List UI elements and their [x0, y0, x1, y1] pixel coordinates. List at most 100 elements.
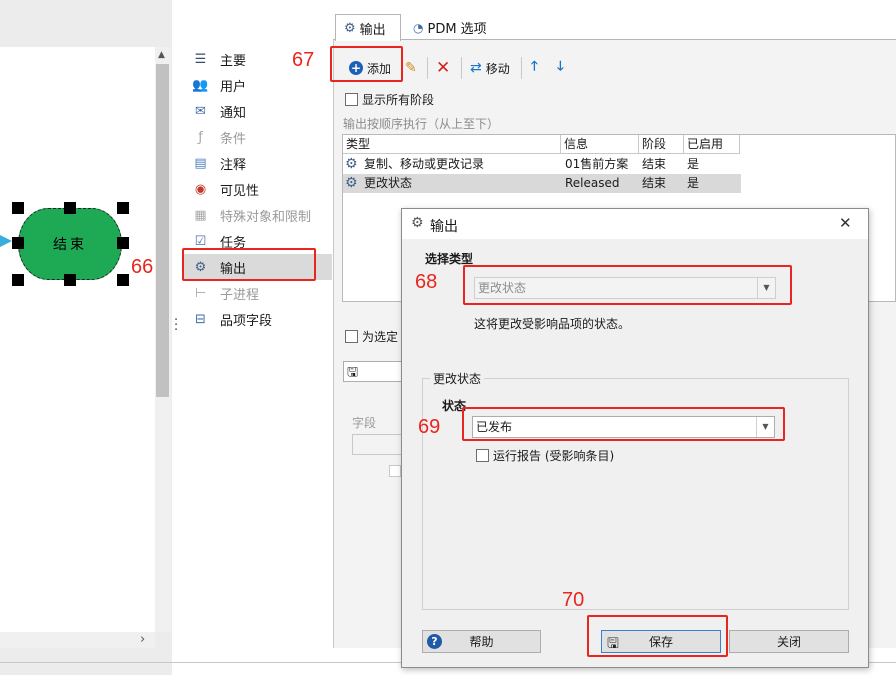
option-item-1[interactable]: 👥 用户	[184, 72, 332, 98]
run-report-checkbox[interactable]	[476, 449, 489, 462]
subprocess-icon: ⊢	[194, 285, 207, 301]
arrow-up-icon: 🡑	[531, 59, 538, 74]
move-label: 移动	[485, 61, 510, 76]
row-enabled: 是	[687, 157, 700, 171]
resize-handle-bottom-right[interactable]	[117, 274, 129, 286]
option-item-10[interactable]: ⊟ 品项字段	[184, 306, 332, 332]
column-header-stage[interactable]: 阶段	[639, 135, 684, 154]
run-report-label: 运行报告 (受影响条目)	[493, 449, 615, 463]
for-selected-checkbox[interactable]	[345, 330, 358, 343]
toolbar-separator	[427, 57, 428, 79]
close-button[interactable]: 关闭	[729, 630, 849, 653]
workflow-canvas-area: 结束 ▲ ›	[0, 0, 172, 675]
scroll-thumb[interactable]	[156, 64, 169, 397]
annotation-box-save	[587, 615, 728, 657]
field-label: 字段	[352, 416, 377, 430]
column-header-enabled[interactable]: 已启用	[684, 135, 740, 154]
toolbar-separator	[521, 57, 522, 79]
move-up-button[interactable]: 🡑	[531, 58, 538, 78]
option-item-label: 子进程	[220, 287, 260, 303]
scroll-up-icon[interactable]: ▲	[158, 50, 165, 60]
move-button[interactable]: ⇄ 移动	[470, 58, 510, 78]
row-info: Released	[565, 176, 620, 190]
option-item-label: 特殊对象和限制	[220, 209, 312, 225]
annotation-box-add	[330, 46, 403, 82]
close-icon[interactable]: ✕	[839, 214, 852, 232]
eye-icon: ◉	[194, 181, 207, 197]
order-hint: 输出按顺序执行（从上至下）	[343, 117, 500, 131]
help-icon: ?	[427, 634, 442, 649]
show-all-stages-option[interactable]: 显示所有阶段	[345, 91, 434, 108]
pdm-icon: ◔	[413, 20, 424, 35]
option-item-4[interactable]: ▤ 注释	[184, 150, 332, 176]
tab-pdm-label: PDM 选项	[427, 22, 487, 37]
annotation-number-70: 70	[562, 589, 585, 611]
resize-handle-top-right[interactable]	[117, 202, 129, 214]
save-small-button[interactable]: 🖫	[343, 361, 403, 382]
arrow-down-icon: 🡓	[557, 59, 564, 74]
comment-icon: ▤	[194, 155, 207, 171]
annotation-box-state	[462, 407, 785, 441]
field-checkbox[interactable]	[389, 465, 401, 477]
resize-handle-middle-right[interactable]	[117, 237, 129, 249]
annotation-number-69: 69	[418, 416, 441, 438]
option-item-9: ⊢ 子进程	[184, 280, 332, 306]
gear-icon: ⚙	[345, 175, 358, 191]
tab-pdm-options[interactable]: ◔ PDM 选项	[405, 14, 495, 41]
annotation-box-type	[463, 265, 792, 305]
splitter-grip-icon[interactable]: · · ·	[174, 314, 180, 337]
resize-handle-top-left[interactable]	[12, 202, 24, 214]
option-item-label: 通知	[220, 105, 247, 121]
option-item-3: ƒ 条件	[184, 124, 332, 150]
task-icon: ☑	[194, 233, 207, 249]
change-state-group-title: 更改状态	[430, 370, 485, 387]
pencil-icon: ✎	[405, 60, 417, 76]
row-stage: 结束	[642, 176, 667, 190]
users-icon: 👥	[192, 77, 209, 93]
table-row[interactable]: ⚙ 复制、移动或更改记录 01售前方案 结束 是	[343, 155, 741, 174]
help-label: 帮助	[469, 635, 494, 649]
tab-output[interactable]: ⚙ 输出	[335, 14, 401, 41]
show-all-stages-label: 显示所有阶段	[362, 93, 435, 107]
type-description: 这将更改受影响品项的状态。	[474, 317, 631, 331]
list-icon: ☰	[194, 51, 207, 67]
row-enabled: 是	[687, 176, 700, 190]
run-report-option[interactable]: 运行报告 (受影响条目)	[476, 447, 614, 464]
column-header-type[interactable]: 类型	[343, 135, 561, 154]
scroll-right-icon[interactable]: ›	[140, 632, 145, 647]
delete-icon: ✕	[436, 58, 451, 78]
workflow-canvas[interactable]: 结束	[0, 47, 155, 632]
edit-button[interactable]: ✎	[405, 58, 417, 78]
for-selected-option[interactable]: 为选定	[345, 328, 398, 345]
end-node[interactable]: 结束	[12, 202, 129, 286]
options-list: ☰ 主要 👥 用户 ✉ 通知 ƒ 条件 ▤ 注释 ◉ 可见性 ▦ 特殊对象和限制 ☑ 任务 ⚙ 输出 ⊢ 子进程 ⊟ 品项…	[184, 46, 332, 332]
resize-handle-bottom-center[interactable]	[64, 274, 76, 286]
toolbar-separator	[461, 57, 462, 79]
show-all-stages-checkbox[interactable]	[345, 93, 358, 106]
help-button[interactable]: ? 帮助	[422, 630, 541, 653]
option-item-2[interactable]: ✉ 通知	[184, 98, 332, 124]
resize-handle-bottom-left[interactable]	[12, 274, 24, 286]
annotation-number-67: 67	[292, 49, 315, 71]
column-header-info[interactable]: 信息	[561, 135, 639, 154]
row-info: 01售前方案	[565, 157, 629, 171]
row-type: 复制、移动或更改记录	[364, 157, 485, 171]
delete-button[interactable]: ✕	[436, 58, 450, 78]
row-stage: 结束	[642, 157, 667, 171]
for-selected-label: 为选定	[362, 330, 399, 344]
annotation-number-66: 66	[131, 256, 154, 278]
move-down-button[interactable]: 🡓	[557, 58, 564, 78]
resize-handle-top-center[interactable]	[64, 202, 76, 214]
option-item-5[interactable]: ◉ 可见性	[184, 176, 332, 202]
canvas-horizontal-scrollbar[interactable]: ›	[0, 632, 155, 648]
end-node-shape: 结束	[18, 208, 122, 280]
canvas-vertical-scrollbar[interactable]: ▲	[155, 47, 171, 632]
dialog-titlebar[interactable]: ⚙ 输出 ✕	[402, 209, 868, 239]
table-row[interactable]: ⚙ 更改状态 Released 结束 是	[343, 174, 741, 193]
tab-output-label: 输出	[359, 22, 386, 38]
annotation-number-68: 68	[415, 271, 438, 293]
connector-arrow-icon	[0, 235, 12, 247]
gear-icon: ⚙	[344, 20, 356, 36]
field-input[interactable]	[352, 434, 402, 455]
gear-icon: ⚙	[345, 156, 358, 172]
